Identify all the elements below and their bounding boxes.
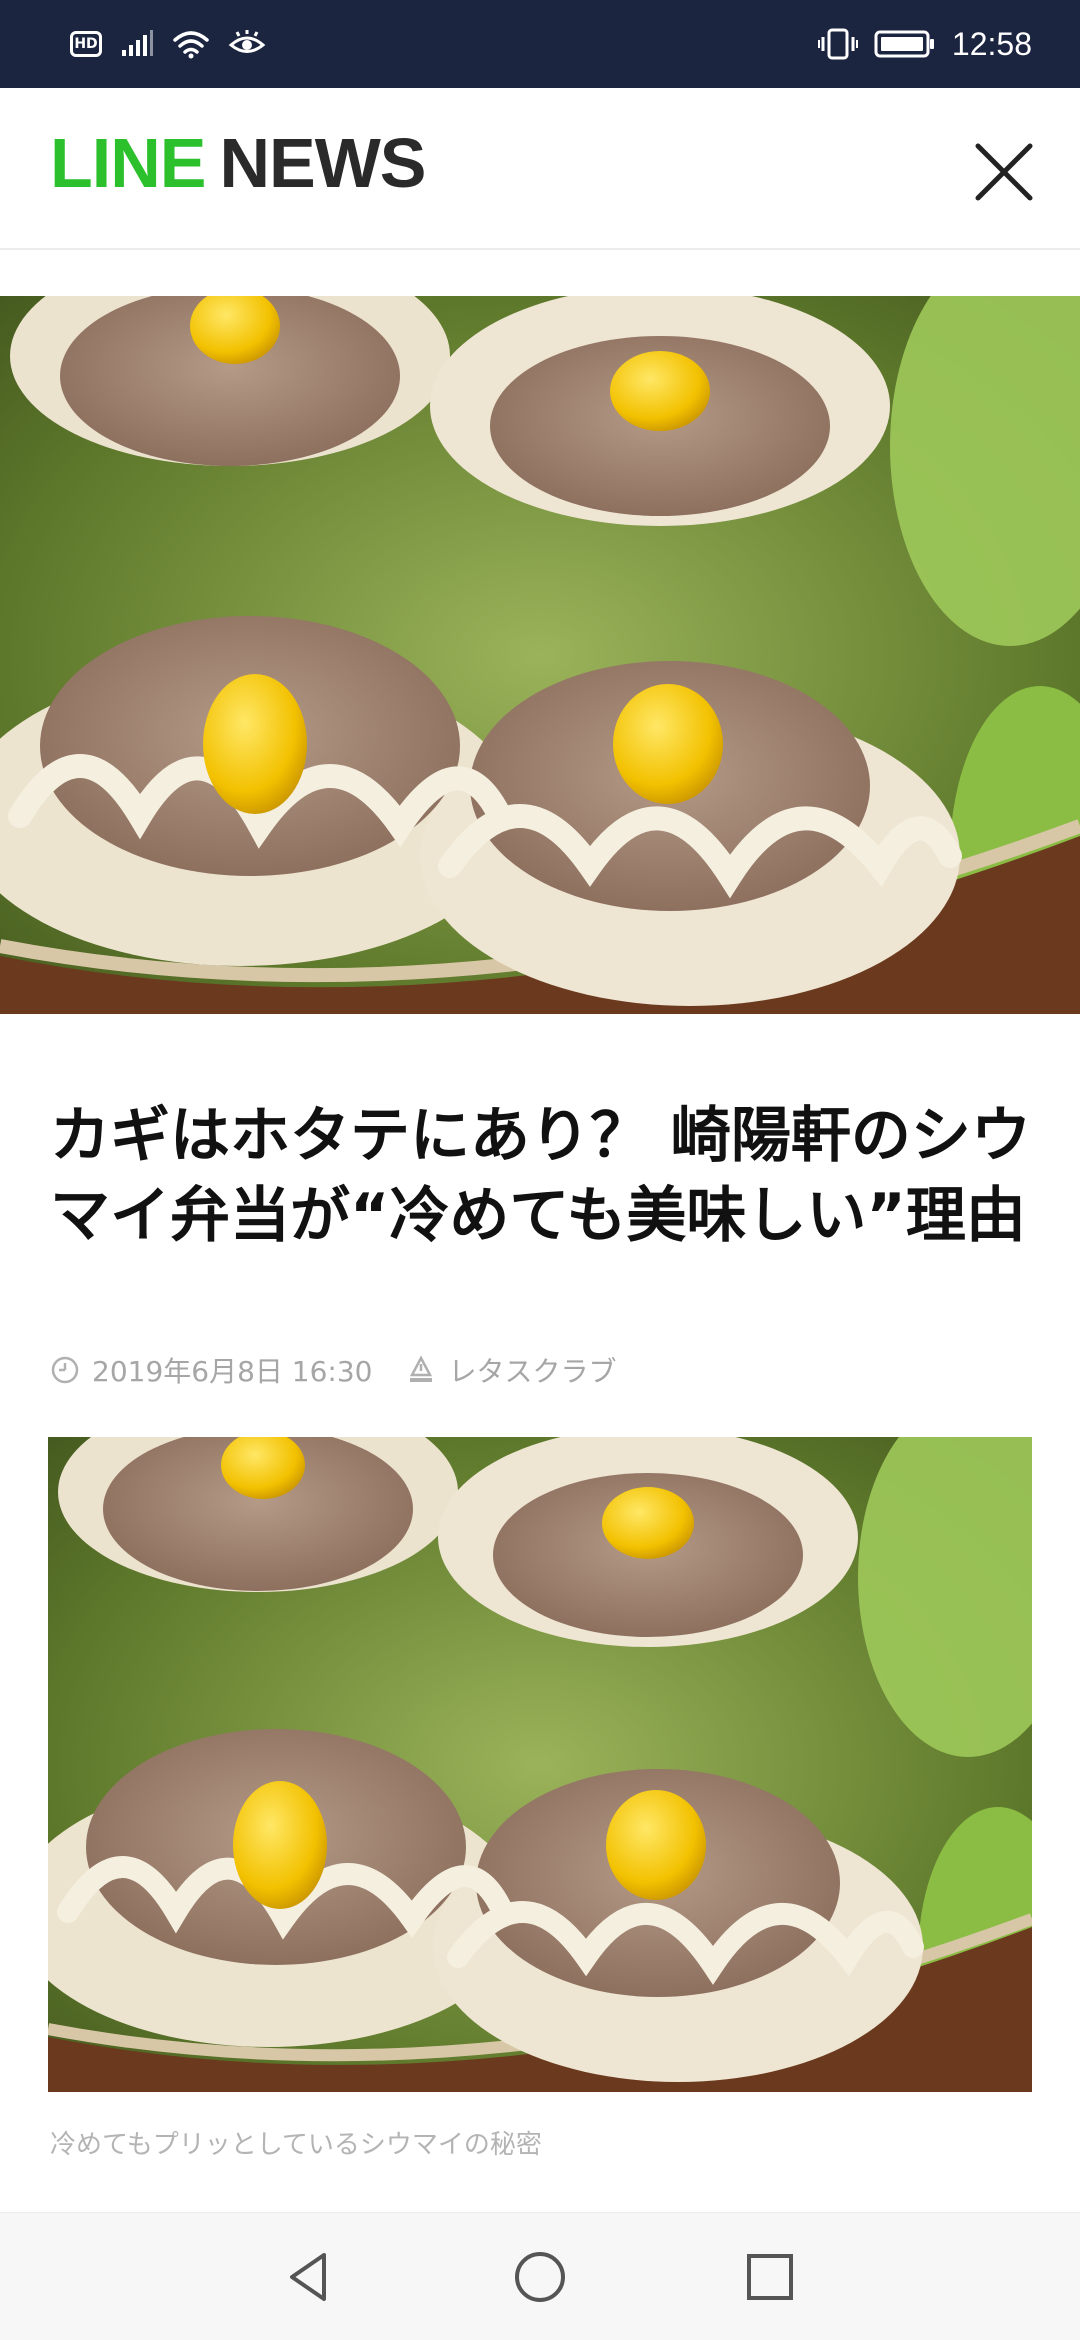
clock-icon bbox=[51, 1356, 79, 1384]
home-button[interactable] bbox=[510, 2247, 570, 2307]
wifi-icon bbox=[173, 31, 209, 59]
vibrate-icon bbox=[817, 28, 858, 60]
publisher-icon bbox=[410, 1355, 433, 1382]
line-news-logo: LINE NEWS bbox=[50, 128, 426, 198]
status-time: 12:58 bbox=[951, 25, 1032, 62]
hd-badge: HD bbox=[70, 31, 102, 57]
battery-icon bbox=[874, 30, 934, 58]
status-left-icons: HD bbox=[70, 29, 266, 59]
logo-news-text: NEWS bbox=[219, 124, 426, 202]
logo-line-text: LINE bbox=[50, 124, 206, 202]
recent-square-icon bbox=[747, 2254, 793, 2300]
status-bar: HD 12:58 bbox=[0, 0, 1080, 88]
article-meta: 2019年6月8日 16:30 レタスクラブ bbox=[50, 1350, 617, 1390]
image-caption: 冷めてもプリッとしているシウマイの秘密 bbox=[50, 2130, 542, 2160]
article-date: 2019年6月8日 16:30 bbox=[92, 1355, 373, 1388]
shumai-photo bbox=[0, 296, 1080, 1014]
back-triangle-icon bbox=[290, 2253, 326, 2301]
article-title: カギはホタテにあり？ 崎陽軒のシウマイ弁当が“冷めても美味しい”理由 bbox=[50, 1101, 1031, 1251]
status-right-icons: 12:58 bbox=[817, 25, 1032, 63]
article-source[interactable]: レタスクラブ bbox=[448, 1350, 616, 1390]
eye-comfort-icon bbox=[228, 30, 266, 53]
close-button[interactable] bbox=[970, 138, 1038, 206]
system-nav-bar bbox=[0, 2212, 1080, 2340]
signal-icon bbox=[122, 30, 153, 56]
article-image[interactable] bbox=[48, 1437, 1032, 2092]
back-button[interactable] bbox=[278, 2247, 338, 2307]
hero-image[interactable] bbox=[0, 296, 1080, 1014]
close-icon bbox=[975, 143, 1033, 201]
shumai-photo-inline bbox=[48, 1437, 1032, 2092]
app-header: LINE NEWS bbox=[0, 88, 1080, 250]
recent-apps-button[interactable] bbox=[740, 2247, 800, 2307]
home-circle-icon bbox=[515, 2252, 565, 2302]
